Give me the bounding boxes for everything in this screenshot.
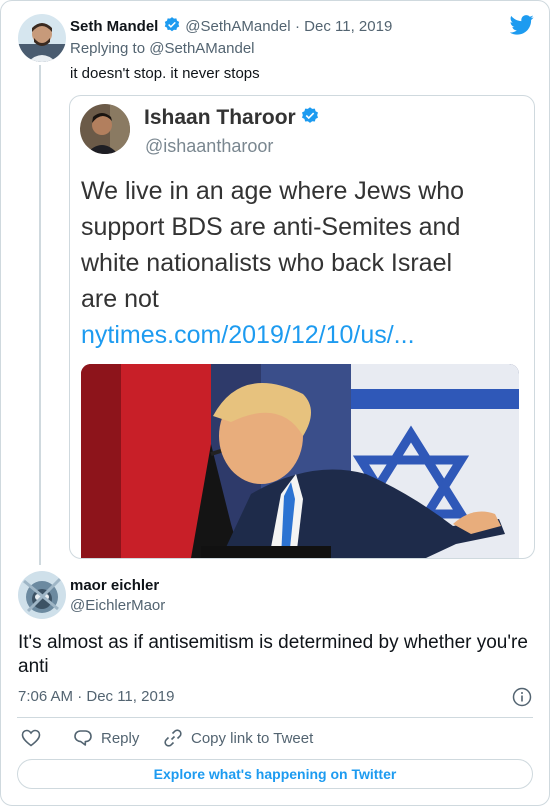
quoted-text-line: support BDS are anti-Semites and [81, 213, 461, 241]
link-icon [164, 729, 182, 747]
author-name[interactable]: Seth Mandel [70, 18, 158, 35]
divider [17, 717, 533, 718]
verified-badge-icon [164, 17, 180, 32]
tweet-date[interactable]: · Dec 11, 2019 [295, 18, 392, 35]
quoted-body: We live in an age where Jews who support… [81, 173, 531, 353]
twitter-logo-icon[interactable] [510, 15, 534, 35]
verified-badge-icon [302, 107, 319, 123]
seth-avatar[interactable] [18, 14, 66, 62]
maor-avatar[interactable] [18, 571, 66, 619]
reply-icon [74, 730, 92, 746]
copy-link-button[interactable]: Copy link to Tweet [163, 728, 313, 748]
copy-link-label: Copy link to Tweet [191, 729, 314, 747]
reply-button[interactable]: Reply [73, 728, 139, 748]
quoted-header: Ishaan Tharoor [144, 106, 320, 130]
quoted-author-handle: @ishaantharoor [145, 136, 274, 156]
quoted-photo [81, 364, 519, 558]
thread-connector [39, 65, 41, 565]
tweet-text: it doesn't stop. it never stops [70, 65, 260, 82]
tweet-embed-card: Seth Mandel @SethAMandel · Dec 11, 2019 … [0, 0, 550, 806]
quoted-text-line: are not [81, 285, 159, 313]
reply-timestamp[interactable]: 7:06 AM · Dec 11, 2019 [18, 688, 174, 705]
quoted-text-line: white nationalists who back Israel [81, 249, 453, 277]
reply-author-handle[interactable]: @EichlerMaor [70, 597, 165, 614]
tweet-header: Seth Mandel @SethAMandel · Dec 11, 2019 [70, 16, 392, 36]
quoted-author-name: Ishaan Tharoor [144, 106, 296, 129]
reply-author-name[interactable]: maor eichler [70, 577, 159, 594]
author-handle[interactable]: @SethAMandel [185, 18, 290, 35]
explore-label: Explore what's happening on Twitter [153, 766, 397, 782]
like-button[interactable] [21, 729, 41, 747]
quoted-link: nytimes.com/2019/12/10/us/... [81, 321, 415, 349]
quoted-text-line: We live in an age where Jews who [81, 177, 465, 205]
reply-label: Reply [101, 729, 140, 747]
reply-text: It's almost as if antisemitism is determ… [18, 632, 528, 677]
ishaan-avatar [80, 104, 130, 154]
info-icon[interactable] [512, 687, 532, 707]
quoted-tweet-image[interactable]: Ishaan Tharoor @ishaantharoor We live in… [69, 95, 535, 559]
heart-icon [21, 729, 41, 747]
explore-twitter-button[interactable]: Explore what's happening on Twitter [17, 759, 533, 789]
replying-to[interactable]: Replying to @SethAMandel [70, 40, 255, 57]
